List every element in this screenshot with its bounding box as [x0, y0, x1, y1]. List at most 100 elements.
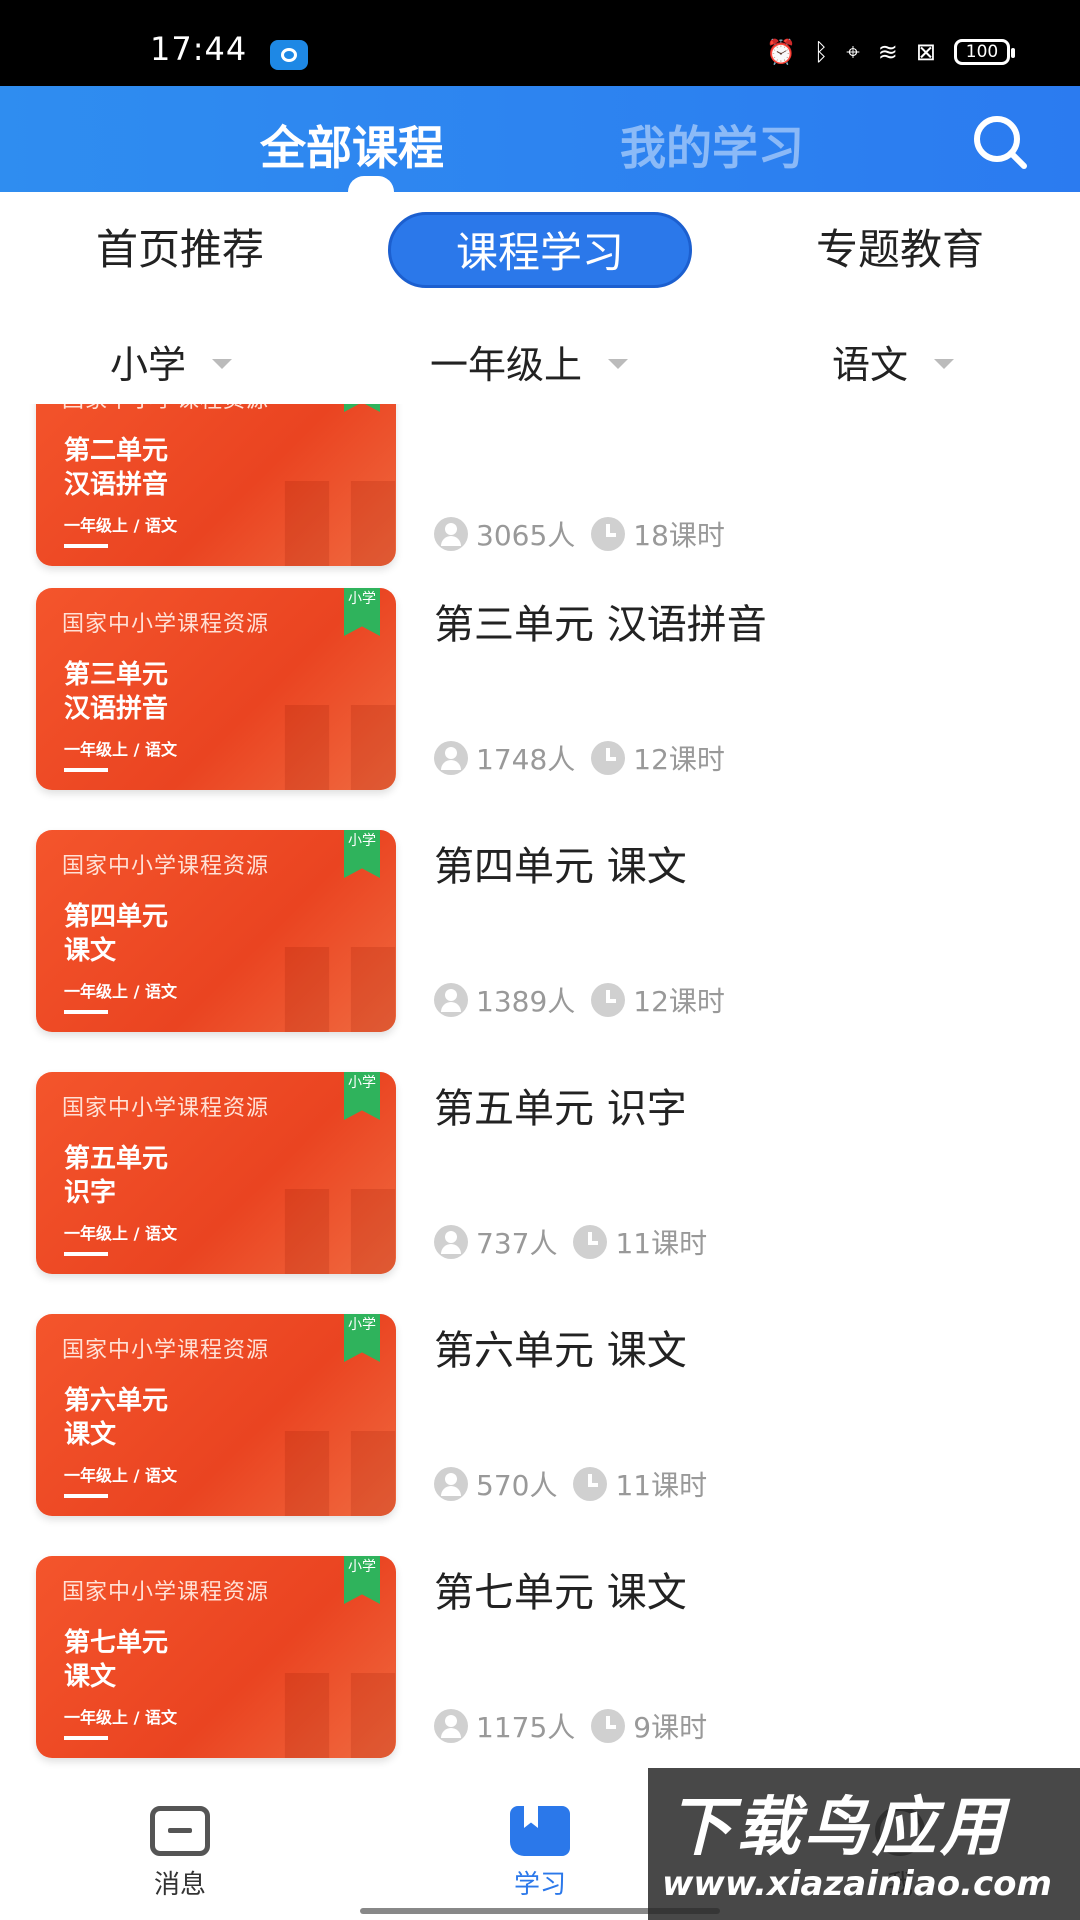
course-title[interactable]: 第七单元 课文	[434, 1560, 687, 1618]
segment-course-study[interactable]: 课程学习	[388, 212, 692, 288]
course-item[interactable]: 国家中小学课程资源 小学 第四单元 课文 一年级上 / 语文 ▮▮ 第四单元 课…	[0, 830, 1080, 1036]
course-thumbnail[interactable]: 国家中小学课程资源 小学 第二单元 汉语拼音 一年级上 / 语文 ▮▮	[36, 404, 396, 566]
person-icon	[434, 1225, 468, 1259]
thumb-line1: 第四单元	[64, 902, 169, 932]
thumb-bar	[64, 1494, 108, 1498]
clock-icon	[573, 1467, 608, 1501]
status-bar: 17:44 ⏰ ᛒ ⌖ ≋ ⊠ 100	[0, 0, 1080, 86]
filter-stage[interactable]: 小学	[110, 334, 233, 389]
course-list[interactable]: 国家中小学课程资源 小学 第二单元 汉语拼音 一年级上 / 语文 ▮▮ 3065…	[0, 404, 1080, 1774]
filter-subject[interactable]: 语文	[832, 334, 955, 389]
course-title[interactable]: 第五单元 识字	[434, 1076, 687, 1134]
thumb-ribbon: 小学	[344, 830, 380, 878]
course-thumbnail[interactable]: 国家中小学课程资源 小学 第四单元 课文 一年级上 / 语文 ▮▮	[36, 830, 396, 1032]
course-hours: 11课时	[615, 1469, 708, 1502]
nav-study[interactable]: 学习	[480, 1806, 600, 1901]
course-hours: 9课时	[633, 1711, 708, 1744]
course-item[interactable]: 国家中小学课程资源 小学 第二单元 汉语拼音 一年级上 / 语文 ▮▮ 3065…	[0, 404, 1080, 570]
course-title[interactable]: 第六单元 课文	[434, 1318, 687, 1376]
filter-stage-label: 小学	[110, 343, 187, 387]
book-icon: ▮▮	[274, 1638, 396, 1759]
thumb-line2: 课文	[64, 1420, 117, 1450]
course-meta: 1175人 9课时	[434, 1706, 707, 1746]
bluetooth-icon: ᛒ	[813, 38, 829, 66]
thumb-sub: 一年级上 / 语文	[64, 982, 177, 1001]
search-icon[interactable]	[970, 112, 1030, 172]
thumb-line1: 第六单元	[64, 1386, 169, 1416]
book-icon: ▮▮	[274, 446, 396, 567]
thumb-sub: 一年级上 / 语文	[64, 1708, 177, 1727]
learner-count: 1748人	[476, 743, 576, 776]
thumb-source: 国家中小学课程资源	[62, 854, 270, 879]
tab-my-learning[interactable]: 我的学习	[620, 112, 804, 178]
nav-messages[interactable]: 消息	[120, 1806, 240, 1901]
thumb-line1: 第七单元	[64, 1628, 169, 1658]
book-icon: ▮▮	[274, 912, 396, 1033]
course-title[interactable]: 第四单元 课文	[434, 834, 687, 892]
message-icon	[150, 1806, 210, 1856]
segment-home-recommend[interactable]: 首页推荐	[60, 212, 300, 288]
clock-icon	[591, 1709, 626, 1743]
book-icon: ▮▮	[274, 670, 396, 791]
wifi-icon: ≋	[877, 38, 898, 66]
thumb-line2: 课文	[64, 1662, 117, 1692]
sim-icon: ⊠	[915, 38, 936, 66]
learner-count: 3065人	[476, 519, 576, 552]
nav-messages-label: 消息	[153, 1870, 206, 1900]
thumb-bar	[64, 1010, 108, 1014]
course-title[interactable]: 第三单元 汉语拼音	[434, 592, 767, 650]
thumb-ribbon: 小学	[344, 1072, 380, 1120]
course-hours: 18课时	[633, 519, 725, 552]
location-icon: ⌖	[846, 38, 860, 66]
course-item[interactable]: 国家中小学课程资源 小学 第三单元 汉语拼音 一年级上 / 语文 ▮▮ 第三单元…	[0, 588, 1080, 794]
thumb-line1: 第三单元	[64, 660, 169, 690]
learner-count: 570人	[476, 1469, 558, 1502]
app-notification-icon	[270, 40, 308, 70]
course-thumbnail[interactable]: 国家中小学课程资源 小学 第三单元 汉语拼音 一年级上 / 语文 ▮▮	[36, 588, 396, 790]
learner-count: 737人	[476, 1227, 558, 1260]
course-item[interactable]: 国家中小学课程资源 小学 第六单元 课文 一年级上 / 语文 ▮▮ 第六单元 课…	[0, 1314, 1080, 1520]
course-thumbnail[interactable]: 国家中小学课程资源 小学 第六单元 课文 一年级上 / 语文 ▮▮	[36, 1314, 396, 1516]
alarm-icon: ⏰	[765, 38, 796, 66]
thumb-sub: 一年级上 / 语文	[64, 1224, 177, 1243]
book-icon: ▮▮	[274, 1396, 396, 1517]
status-time: 17:44	[150, 30, 248, 68]
thumb-ribbon: 小学	[344, 404, 380, 412]
top-header: 全部课程 我的学习	[0, 86, 1080, 192]
course-item[interactable]: 国家中小学课程资源 小学 第五单元 识字 一年级上 / 语文 ▮▮ 第五单元 识…	[0, 1072, 1080, 1278]
thumb-source: 国家中小学课程资源	[62, 404, 269, 414]
course-thumbnail[interactable]: 国家中小学课程资源 小学 第七单元 课文 一年级上 / 语文 ▮▮	[36, 1556, 396, 1758]
person-icon	[434, 517, 468, 551]
learner-count: 1175人	[476, 1711, 576, 1744]
thumb-ribbon: 小学	[344, 588, 380, 636]
course-meta: 3065人 18课时	[434, 514, 725, 554]
segment-topic-education[interactable]: 专题教育	[780, 212, 1020, 288]
course-meta: 1389人 12课时	[434, 980, 725, 1020]
course-item[interactable]: 国家中小学课程资源 小学 第七单元 课文 一年级上 / 语文 ▮▮ 第七单元 课…	[0, 1556, 1080, 1762]
thumb-source: 国家中小学课程资源	[62, 1096, 270, 1121]
status-icons: ⏰ ᛒ ⌖ ≋ ⊠ 100	[765, 38, 1015, 66]
course-hours: 12课时	[633, 985, 725, 1018]
thumb-line2: 课文	[64, 936, 117, 966]
thumb-line2: 汉语拼音	[64, 694, 169, 724]
course-hours: 12课时	[633, 743, 725, 776]
thumb-line1: 第二单元	[64, 436, 169, 466]
watermark: 下载鸟应用 www.xiazainiao.com	[648, 1768, 1080, 1920]
person-icon	[434, 1467, 468, 1501]
tab-all-courses[interactable]: 全部课程	[260, 112, 444, 178]
course-hours: 11课时	[615, 1227, 708, 1260]
course-thumbnail[interactable]: 国家中小学课程资源 小学 第五单元 识字 一年级上 / 语文 ▮▮	[36, 1072, 396, 1274]
thumb-ribbon: 小学	[344, 1556, 380, 1604]
filter-subject-label: 语文	[832, 343, 909, 387]
learner-count: 1389人	[476, 985, 576, 1018]
thumb-source: 国家中小学课程资源	[62, 1580, 270, 1605]
course-meta: 1748人 12课时	[434, 738, 725, 778]
book-icon: ▮▮	[274, 1154, 396, 1275]
dropdown-caret-icon	[212, 358, 233, 369]
filter-grade-label: 一年级上	[430, 343, 583, 387]
filter-grade[interactable]: 一年级上	[430, 334, 629, 389]
course-meta: 737人 11课时	[434, 1222, 707, 1262]
thumb-bar	[64, 1252, 108, 1256]
clock-icon	[573, 1225, 608, 1259]
person-icon	[434, 1709, 468, 1743]
